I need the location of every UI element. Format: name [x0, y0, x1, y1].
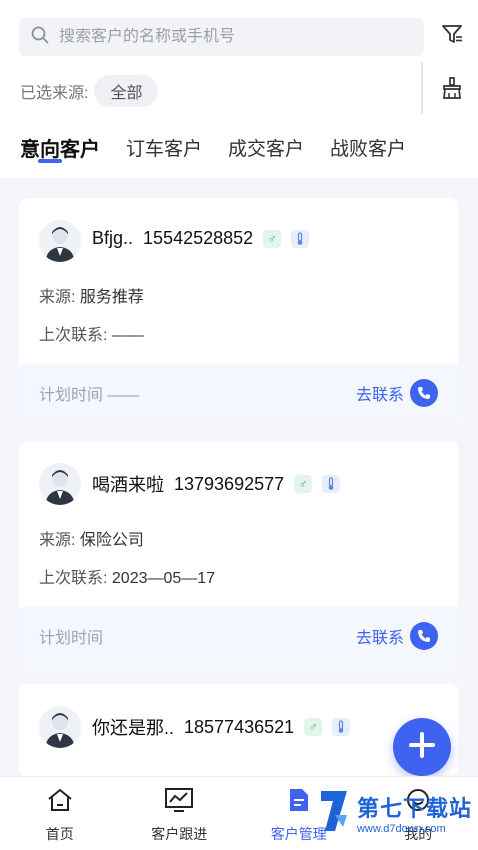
watermark-logo-icon [317, 787, 353, 838]
site-watermark: 第七下载站 www.d7down.com [317, 787, 472, 838]
plan-time: 计划时间 [39, 630, 104, 647]
filter-icon [440, 22, 464, 51]
document-icon [287, 787, 311, 818]
last-contact-info: 上次联系: 2023—05—17 [39, 564, 215, 588]
source-filter-label: 已选来源: [20, 85, 89, 102]
header: 已选来源: 全部 意向客户 订车客户 成交客户 战败客户 [0, 0, 478, 178]
nav-follow-up[interactable]: 客户跟进 [120, 777, 240, 850]
customer-name: Bfjg.. [92, 228, 134, 248]
plan-time: 计划时间 —— [39, 387, 140, 404]
search-box[interactable] [19, 18, 424, 56]
male-icon: ♂ [263, 229, 282, 248]
tab-order-customers[interactable]: 订车客户 [126, 134, 202, 161]
contact-label: 去联系 [355, 387, 404, 404]
customer-name-line: 喝酒来啦 13793692577 ♂ [92, 471, 341, 497]
add-customer-button[interactable] [393, 718, 451, 776]
customer-card[interactable]: 喝酒来啦 13793692577 ♂ 来源: 保险公司 上次联系: 2023—0… [19, 441, 458, 665]
source-key: 来源: [39, 289, 76, 306]
contact-button[interactable]: 去联系 [356, 622, 438, 650]
phone-icon [410, 622, 438, 650]
clear-filter-button[interactable] [438, 76, 466, 104]
last-contact-key: 上次联系: [39, 570, 108, 587]
source-filter-row: 已选来源: 全部 [20, 75, 159, 107]
customer-name-line: Bfjg.. 15542528852 ♂ [92, 228, 310, 249]
last-contact-value: 2023—05—17 [111, 570, 216, 587]
customer-phone: 18577436521 [184, 716, 295, 737]
customer-card[interactable]: Bfjg.. 15542528852 ♂ 来源: 服务推荐 上次联系: —— 计… [19, 198, 458, 422]
tab-lost-customers[interactable]: 战败客户 [330, 134, 406, 161]
phone-icon [410, 379, 438, 407]
chart-icon [164, 787, 194, 818]
customer-name-line: 你还是那.. 18577436521 ♂ [92, 714, 351, 740]
avatar [39, 706, 81, 748]
card-footer: 计划时间 —— 去联系 [19, 364, 458, 422]
source-chip-all[interactable]: 全部 [94, 75, 159, 107]
thermometer-icon [332, 718, 351, 736]
search-input[interactable] [59, 28, 399, 46]
nav-follow-up-label: 客户跟进 [151, 826, 208, 842]
plus-icon [407, 730, 437, 765]
thermometer-icon [322, 475, 341, 493]
contact-button[interactable]: 去联系 [356, 379, 438, 407]
source-info: 来源: 保险公司 [39, 526, 144, 550]
male-icon: ♂ [304, 718, 323, 736]
divider [421, 62, 423, 114]
customer-name: 喝酒来啦 [92, 475, 164, 495]
watermark-title: 第七下载站 [356, 795, 472, 821]
nav-home[interactable]: 首页 [0, 777, 120, 850]
thermometer-icon [291, 229, 310, 248]
avatar [39, 220, 81, 262]
nav-home-label: 首页 [45, 826, 74, 842]
avatar [39, 463, 81, 505]
customer-name: 你还是那.. [92, 718, 175, 738]
card-footer: 计划时间 去联系 [19, 607, 458, 665]
customer-phone: 15542528852 [143, 228, 254, 248]
customer-tabs: 意向客户 订车客户 成交客户 战败客户 [20, 130, 432, 164]
tab-intent-customers[interactable]: 意向客户 [20, 133, 100, 163]
home-icon [46, 787, 74, 818]
watermark-url: www.d7down.com [356, 822, 446, 835]
customer-phone: 13793692577 [174, 473, 285, 494]
last-contact-key: 上次联系: [39, 327, 108, 344]
tab-deal-customers[interactable]: 成交客户 [228, 134, 304, 161]
search-icon [31, 26, 49, 49]
customer-card[interactable]: 你还是那.. 18577436521 ♂ [19, 684, 458, 776]
last-contact-info: 上次联系: —— [39, 321, 144, 345]
broom-icon [440, 76, 464, 105]
contact-label: 去联系 [355, 630, 404, 647]
source-value: 保险公司 [79, 532, 144, 549]
filter-button[interactable] [438, 22, 466, 50]
source-value: 服务推荐 [79, 289, 144, 306]
last-contact-value: —— [111, 327, 144, 344]
source-info: 来源: 服务推荐 [39, 283, 144, 307]
source-key: 来源: [39, 532, 76, 549]
male-icon: ♂ [294, 475, 313, 493]
